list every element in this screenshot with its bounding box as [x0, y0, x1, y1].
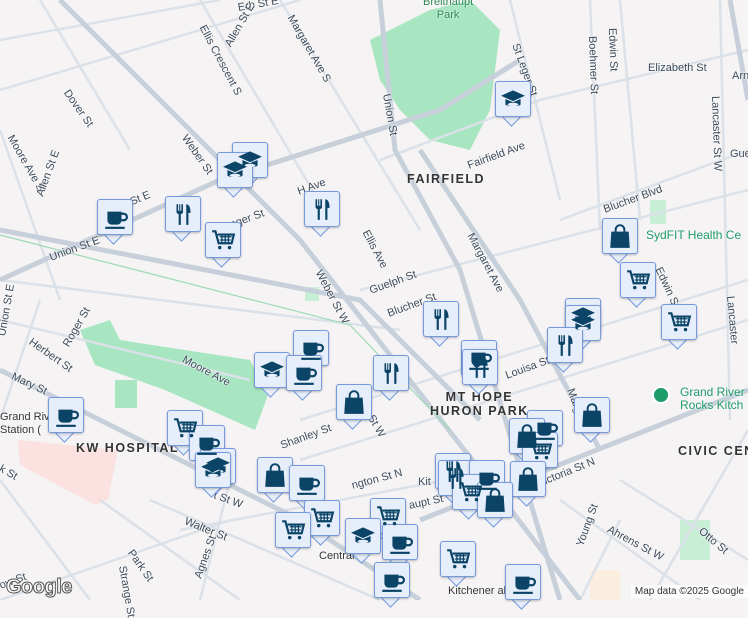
grocery-icon: [529, 440, 553, 460]
coffee-shop-icon: [513, 576, 536, 594]
shopping-icon: [610, 224, 630, 248]
coffee-shop-icon: [56, 409, 79, 427]
marker-shopping[interactable]: [574, 397, 610, 443]
school-icon: [201, 461, 225, 478]
grocery-icon: [282, 520, 306, 540]
street-label: Lancaster St W: [709, 95, 724, 172]
school-icon: [223, 161, 247, 178]
poi-sydfit[interactable]: SydFIT Health Ce: [646, 229, 741, 242]
street-label: Arn: [732, 70, 748, 82]
map-attribution: Map data ©2025 Google: [630, 585, 748, 598]
coffee-shop-icon: [390, 536, 413, 554]
marker-coffee-shop[interactable]: [374, 562, 410, 608]
area-kw-hospital: KW HOSPITAL: [76, 441, 180, 455]
grocery-icon: [459, 482, 483, 502]
shopping-icon: [518, 467, 538, 491]
coffee-shop-icon: [382, 574, 405, 592]
marker-coffee-shop[interactable]: [505, 564, 541, 610]
marker-grocery[interactable]: [620, 262, 656, 308]
restaurant-icon: [315, 199, 330, 220]
restaurant-icon: [384, 363, 399, 384]
coffee-shop-icon: [294, 367, 317, 385]
marker-shopping[interactable]: [336, 384, 372, 430]
marker-grocery[interactable]: [440, 541, 476, 587]
marker-school[interactable]: [217, 152, 253, 198]
street-label: Boehmer St: [586, 35, 601, 95]
marker-coffee-shop[interactable]: [286, 355, 322, 401]
poi-pin-icon[interactable]: [652, 386, 670, 404]
marker-restaurant[interactable]: [547, 327, 583, 373]
marker-shopping[interactable]: [477, 482, 513, 528]
grocery-icon: [377, 506, 401, 526]
marker-restaurant[interactable]: [423, 301, 459, 347]
marker-school[interactable]: [495, 81, 531, 127]
google-logo: Google: [6, 576, 73, 599]
shopping-icon: [485, 488, 505, 512]
coffee-shop-icon: [105, 211, 128, 229]
street-label: Kit: [418, 476, 431, 488]
street-label: Gue: [730, 148, 748, 160]
park-label: Breithaupt Park: [423, 0, 474, 21]
school-icon: [351, 527, 375, 544]
marker-restaurant[interactable]: [373, 355, 409, 401]
marker-restaurant[interactable]: [462, 349, 498, 395]
marker-coffee-shop[interactable]: [48, 397, 84, 443]
marker-school[interactable]: [345, 518, 381, 564]
marker-shopping[interactable]: [510, 461, 546, 507]
restaurant-icon: [176, 204, 191, 225]
marker-grocery[interactable]: [275, 512, 311, 558]
school-icon: [501, 90, 525, 107]
marker-restaurant[interactable]: [165, 196, 201, 242]
marker-coffee-shop[interactable]: [97, 199, 133, 245]
street-label: Elizabeth St: [648, 62, 707, 74]
restaurant-icon: [434, 309, 449, 330]
marker-school[interactable]: [254, 352, 290, 398]
grocery-icon: [212, 230, 236, 250]
school-icon: [260, 361, 284, 378]
grocery-icon: [311, 508, 335, 528]
grocery-icon: [668, 312, 692, 332]
grocery-icon: [627, 270, 651, 290]
shopping-icon: [344, 390, 364, 414]
marker-restaurant[interactable]: [304, 191, 340, 237]
poi-grand-river-rocks[interactable]: Grand River Rocks Kitch: [680, 386, 745, 412]
area-civic-centre: CIVIC CEN: [678, 444, 748, 458]
street-label: Edwin St: [606, 27, 620, 72]
grocery-icon: [447, 549, 471, 569]
shopping-icon: [582, 403, 602, 427]
restaurant-icon: [558, 335, 573, 356]
poi-station[interactable]: Grand Riv Station (: [0, 411, 50, 437]
restaurant-icon: [473, 357, 488, 378]
coffee-shop-icon: [301, 342, 324, 360]
coffee-shop-icon: [297, 477, 320, 495]
area-fairfield: FAIRFIELD: [407, 172, 486, 186]
marker-school[interactable]: [195, 452, 231, 498]
shopping-icon: [265, 463, 285, 487]
marker-shopping[interactable]: [602, 218, 638, 264]
marker-shopping[interactable]: [257, 457, 293, 503]
marker-grocery[interactable]: [661, 304, 697, 350]
marker-grocery[interactable]: [205, 222, 241, 268]
